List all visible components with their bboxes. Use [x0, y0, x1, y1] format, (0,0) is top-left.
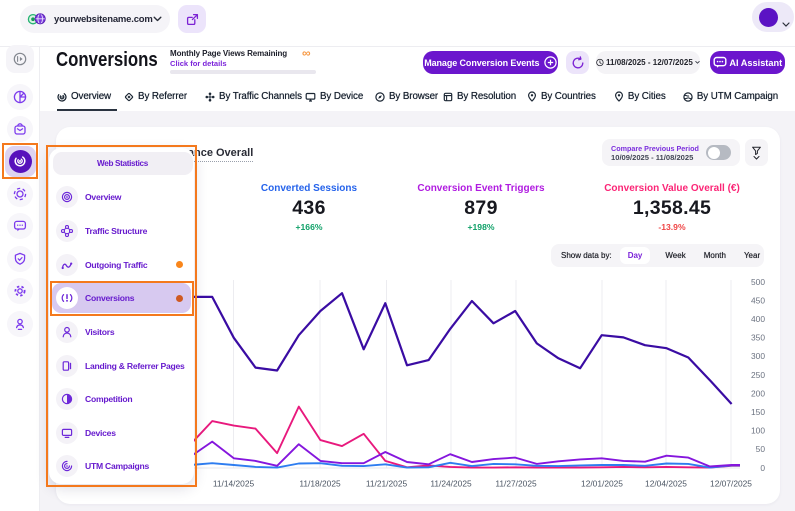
svg-text:250: 250 — [751, 370, 765, 380]
svg-text:100: 100 — [751, 426, 765, 436]
svg-text:150: 150 — [751, 407, 765, 417]
svg-text:11/21/2025: 11/21/2025 — [366, 479, 408, 489]
svg-text:0: 0 — [760, 463, 765, 473]
svg-text:12/01/2025: 12/01/2025 — [581, 479, 623, 489]
svg-text:12/04/2025: 12/04/2025 — [645, 479, 687, 489]
svg-text:300: 300 — [751, 351, 765, 361]
svg-text:450: 450 — [751, 295, 765, 305]
svg-text:12/07/2025: 12/07/2025 — [710, 479, 752, 489]
svg-text:350: 350 — [751, 333, 765, 343]
svg-text:11/14/2025: 11/14/2025 — [213, 479, 255, 489]
svg-text:200: 200 — [751, 388, 765, 398]
svg-text:400: 400 — [751, 314, 765, 324]
svg-text:11/18/2025: 11/18/2025 — [299, 479, 341, 489]
svg-text:11/27/2025: 11/27/2025 — [495, 479, 537, 489]
svg-text:11/24/2025: 11/24/2025 — [430, 479, 472, 489]
svg-text:500: 500 — [751, 277, 765, 287]
svg-text:50: 50 — [756, 444, 766, 454]
